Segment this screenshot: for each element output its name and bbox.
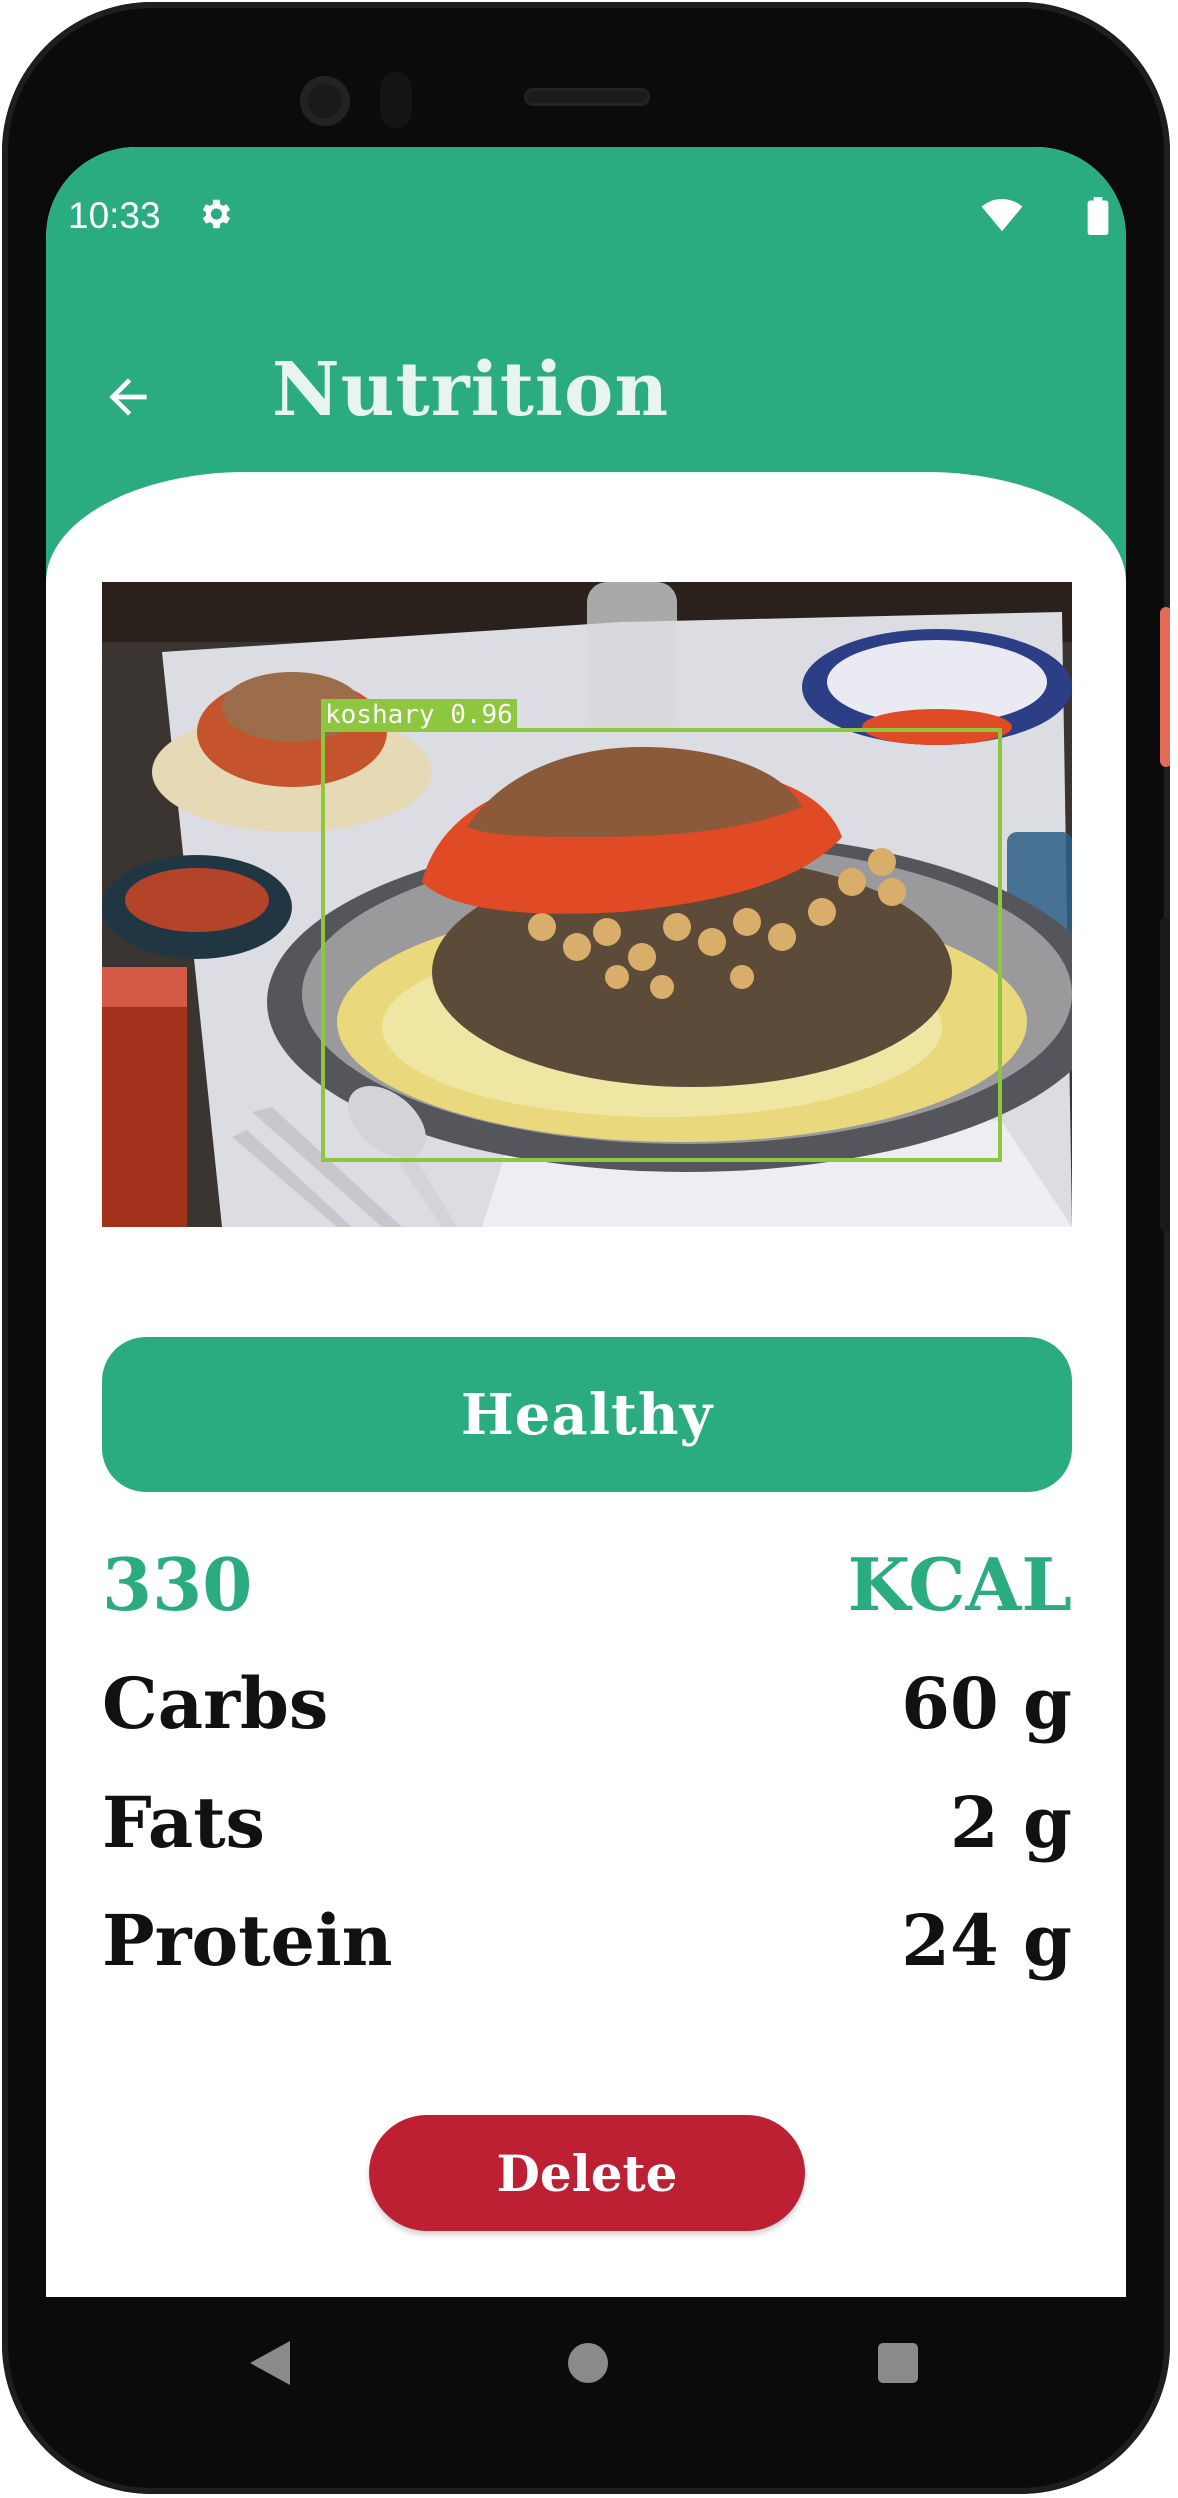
- food-photo-illustration: [102, 582, 1072, 1227]
- health-status-button[interactable]: Healthy: [102, 1337, 1072, 1492]
- arrow-left-icon[interactable]: [100, 369, 156, 425]
- nutrient-name: Fats: [102, 1781, 265, 1864]
- earpiece-speaker: [524, 88, 650, 106]
- delete-button[interactable]: Delete: [369, 2115, 805, 2231]
- calories-unit: KCAL: [847, 1542, 1072, 1627]
- nutrient-row-fats: Fats 2 g: [102, 1781, 1072, 1864]
- volume-button: [1160, 917, 1170, 1232]
- screen: 10:33 Nutrition koshary 0.96 Healthy 330…: [46, 147, 1126, 2297]
- wifi-icon: [981, 199, 1023, 232]
- calories-row: 330 KCAL: [102, 1542, 1072, 1627]
- battery-icon: [1087, 197, 1109, 235]
- recents-square-icon[interactable]: [878, 2343, 918, 2383]
- home-circle-icon[interactable]: [568, 2343, 608, 2383]
- status-bar: 10:33: [46, 185, 1126, 245]
- front-camera: [300, 76, 350, 126]
- nutrient-row-protein: Protein 24 g: [102, 1899, 1072, 1982]
- nutrient-name: Carbs: [102, 1662, 329, 1745]
- nutrient-amount: 60 g: [901, 1662, 1072, 1745]
- detection-label: koshary 0.96: [321, 699, 517, 731]
- nutrient-amount: 24 g: [901, 1899, 1072, 1982]
- page-title: Nutrition: [272, 347, 670, 433]
- food-photo: koshary 0.96: [102, 582, 1072, 1227]
- calories-value: 330: [102, 1542, 253, 1627]
- back-triangle-icon[interactable]: [250, 2341, 290, 2385]
- nutrient-name: Protein: [102, 1899, 393, 1982]
- proximity-sensor: [380, 72, 412, 128]
- status-time: 10:33: [68, 195, 161, 236]
- nutrient-row-carbs: Carbs 60 g: [102, 1662, 1072, 1745]
- gear-icon: [202, 199, 231, 229]
- nutrient-amount: 2 g: [949, 1781, 1072, 1864]
- power-button: [1160, 607, 1170, 767]
- system-nav-bar: [46, 2297, 1126, 2427]
- phone-frame: 10:33 Nutrition koshary 0.96 Healthy 330…: [2, 2, 1170, 2494]
